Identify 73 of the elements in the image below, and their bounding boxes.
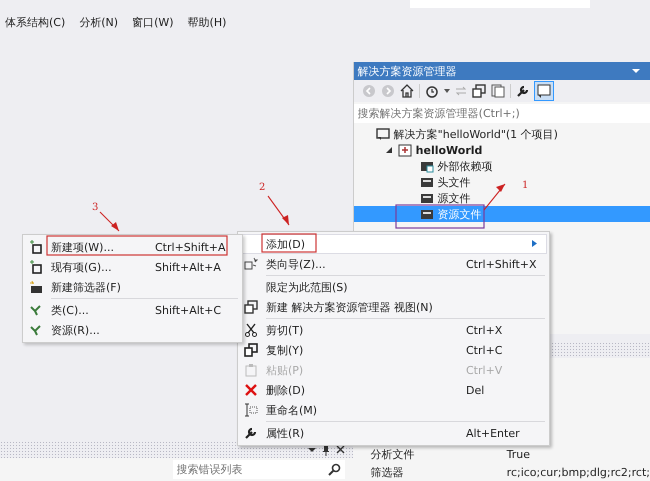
context-menu-item[interactable]: 限定为此范围(S)	[240, 277, 547, 297]
shortcut-text: Del	[466, 384, 486, 396]
property-name: 筛选器	[370, 464, 405, 480]
context-menu-item[interactable]: 添加(D)	[240, 234, 547, 254]
shortcut-text: Ctrl+C	[466, 344, 504, 356]
shortcut-text: Shift+Alt+A	[155, 260, 222, 274]
property-value: rc;ico;cur;bmp;dlg;rc2;rct;	[506, 466, 650, 478]
context-menu-item[interactable]: 复制(Y) Ctrl+C	[240, 340, 547, 360]
panel-title: 解决方案资源管理器	[358, 64, 457, 78]
context-menu-item[interactable]: 重命名(M)	[240, 400, 547, 420]
context-menu-item[interactable]: 删除(D) Del	[240, 380, 547, 400]
wrench-icon	[244, 426, 258, 440]
menu-item[interactable]: 帮助(H)	[188, 15, 226, 31]
rename-icon	[244, 403, 258, 417]
clipboard-icon	[244, 363, 258, 377]
folder-icon	[420, 160, 434, 172]
context-menu-item[interactable]: 新建 解决方案资源管理器 视图(N)	[240, 297, 547, 317]
annotation-arrow	[484, 184, 506, 210]
pages-icon[interactable]	[490, 84, 505, 98]
context-menu-item[interactable]: 属性(R) Alt+Enter	[240, 423, 547, 443]
shortcut-text: Ctrl+X	[466, 324, 504, 336]
tree-item[interactable]: 外部依赖项	[354, 158, 495, 174]
delete-icon	[244, 383, 258, 397]
menu-item[interactable]: 窗口(W)	[132, 15, 174, 31]
submenu-item[interactable]: 新建项(W)... Ctrl+Shift+A	[25, 237, 240, 257]
scissors-icon	[244, 323, 258, 337]
new-folder-icon	[29, 280, 43, 294]
shortcut-text: Ctrl+V	[466, 364, 504, 376]
class-icon	[29, 303, 43, 317]
annotation-number: 1	[522, 180, 528, 191]
menu-item[interactable]: 分析(N)	[79, 15, 118, 31]
shortcut-text: Ctrl+Shift+X	[466, 258, 538, 270]
shortcut-text: Ctrl+Shift+A	[155, 240, 227, 254]
expander-icon[interactable]	[386, 146, 393, 154]
close-icon[interactable]	[336, 445, 345, 454]
wrench-icon[interactable]	[516, 84, 530, 98]
submenu-item[interactable]: 资源(R)...	[25, 320, 240, 340]
copy-icon	[244, 343, 258, 357]
submenu-item[interactable]: 类(C)... Shift+Alt+C	[25, 300, 240, 320]
solution-icon	[376, 128, 390, 140]
wizard-icon	[244, 257, 258, 271]
clock-icon[interactable]	[424, 84, 439, 98]
annotation-number: 3	[92, 202, 98, 213]
shortcut-text: Shift+Alt+C	[155, 304, 222, 316]
folder-icon	[420, 192, 434, 204]
new-item-icon	[29, 260, 43, 274]
solution-search-field[interactable]: 搜索解决方案资源管理器(Ctrl+;)	[354, 104, 650, 123]
annotation-arrow	[100, 212, 120, 232]
context-menu-item[interactable]: 类向导(Z)... Ctrl+Shift+X	[240, 254, 547, 274]
tree-item[interactable]: 头文件	[354, 174, 473, 190]
submenu-item[interactable]: 新建筛选器(F)	[25, 277, 240, 297]
dropdown-icon[interactable]	[444, 89, 450, 93]
annotation-number: 2	[259, 182, 266, 193]
folder-icon	[420, 208, 434, 220]
windows-icon[interactable]	[472, 84, 486, 98]
highlight-frame	[261, 233, 317, 253]
tree-item[interactable]: helloWorld	[354, 142, 484, 158]
preview-icon[interactable]	[534, 82, 553, 100]
shortcut-text: Alt+Enter	[466, 426, 521, 440]
menu-item[interactable]: 体系结构(C)	[5, 15, 66, 31]
submenu-item[interactable]: 现有项(G)... Shift+Alt+A	[25, 257, 240, 277]
folder-icon	[420, 176, 434, 188]
property-name: 分析文件	[370, 446, 416, 462]
class-icon	[29, 323, 43, 337]
new-item-icon	[29, 240, 43, 254]
project-icon	[398, 144, 412, 156]
tree-item[interactable]: 解决方案"helloWorld"(1 个项目)	[354, 126, 560, 142]
search-icon[interactable]	[326, 462, 341, 476]
tree-item[interactable]: 源文件	[354, 190, 473, 206]
home-icon[interactable]	[400, 84, 414, 98]
annotation-arrow	[268, 196, 290, 226]
context-menu-item[interactable]: 剪切(T) Ctrl+X	[240, 320, 547, 340]
property-value: True	[506, 448, 530, 460]
